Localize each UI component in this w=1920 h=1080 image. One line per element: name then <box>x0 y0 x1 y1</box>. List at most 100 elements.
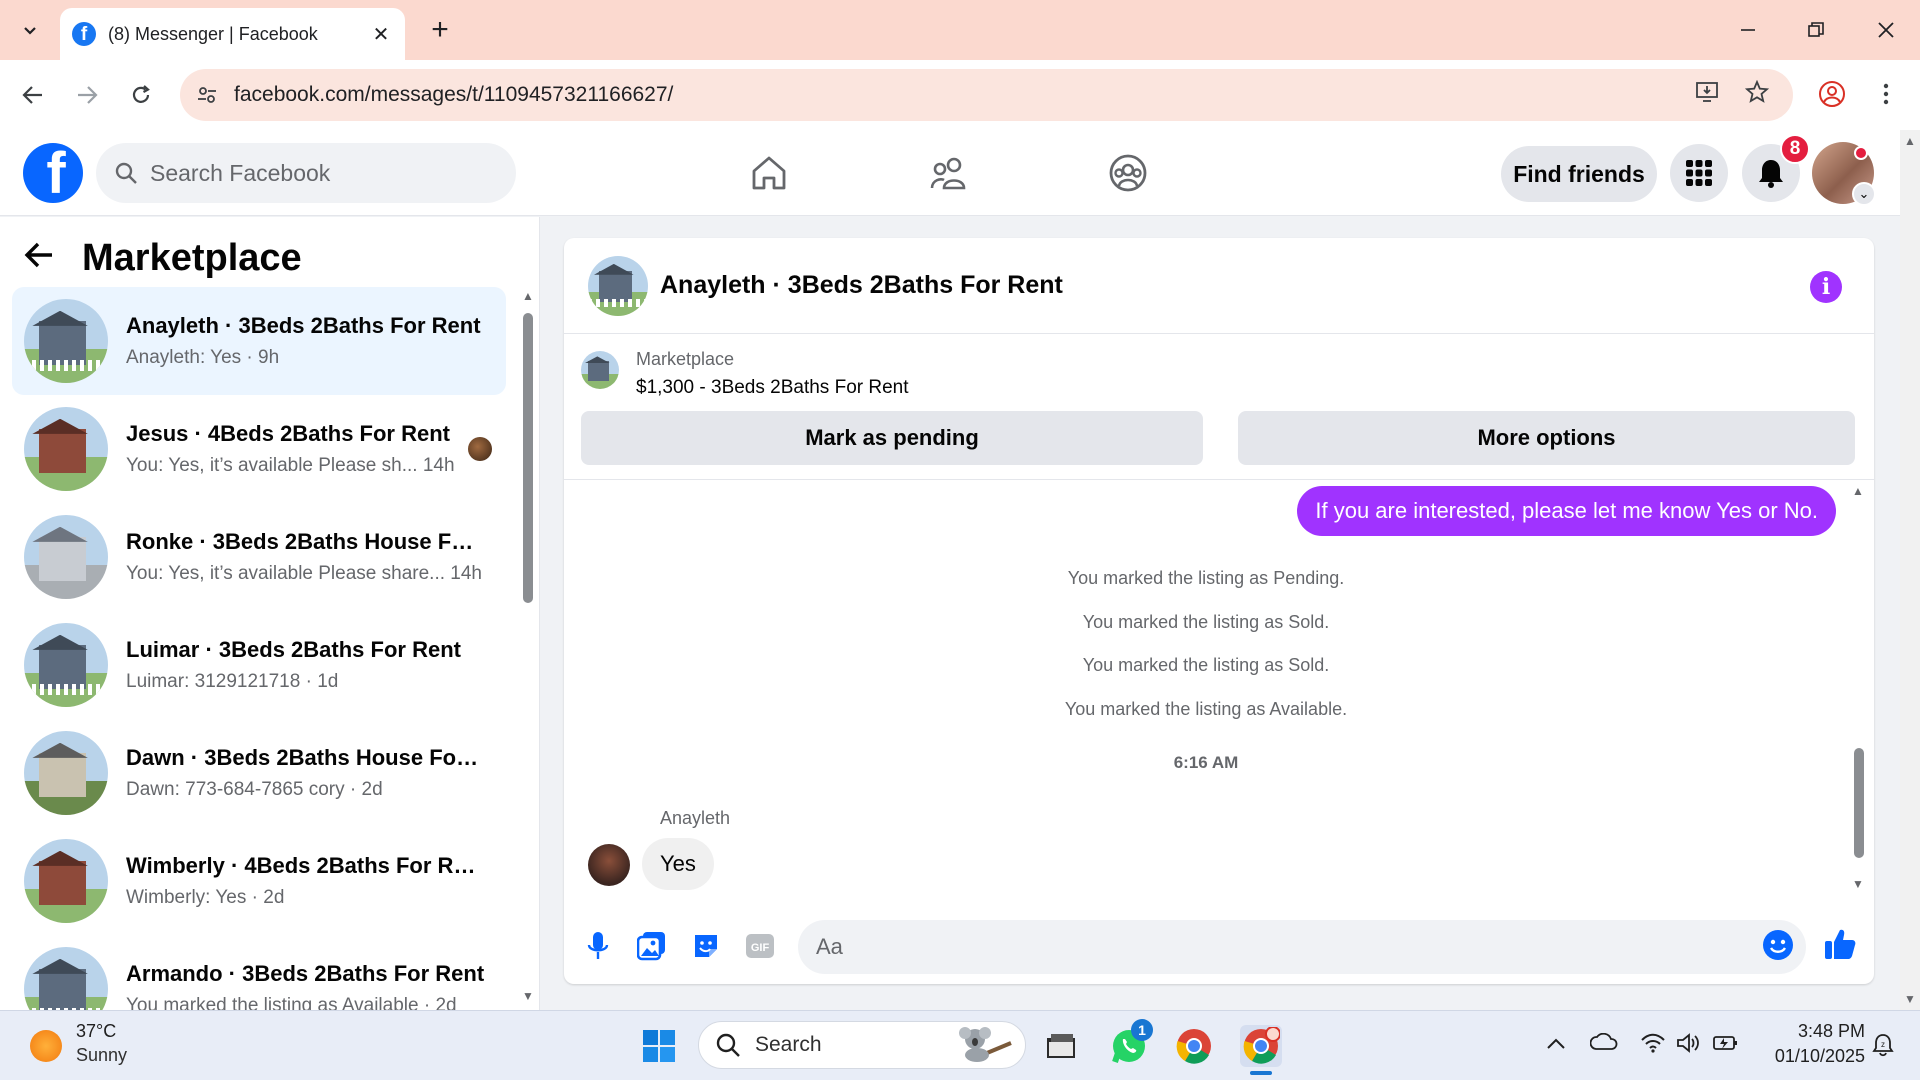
system-message: You marked the listing as Sold. <box>1082 612 1330 632</box>
page-scroll-up-icon[interactable]: ▲ <box>1904 134 1916 148</box>
chat-listing-avatar[interactable] <box>588 255 648 316</box>
listing-thumbnail <box>24 407 108 491</box>
like-thumbs-up-icon[interactable] <box>1820 924 1860 964</box>
groups-nav-icon[interactable] <box>1103 148 1153 198</box>
listing-thumbnail[interactable] <box>581 351 619 389</box>
home-nav-icon[interactable] <box>744 148 794 198</box>
browser-tab-bar: f (8) Messenger | Facebook ✕ + <box>0 0 1920 60</box>
find-friends-button[interactable]: Find friends <box>1501 146 1657 202</box>
sender-avatar[interactable] <box>588 844 630 886</box>
sticker-icon[interactable] <box>688 928 724 964</box>
tab-title: (8) Messenger | Facebook <box>108 23 318 44</box>
chat-scrollbar[interactable] <box>1854 748 1864 858</box>
taskbar-search[interactable]: Search <box>698 1021 1026 1069</box>
friends-nav-icon[interactable] <box>924 148 974 198</box>
tab-search-dropdown-icon[interactable] <box>14 14 46 46</box>
conversation-item[interactable]: Anayleth · 3Beds 2Baths For Rent Anaylet… <box>12 287 506 395</box>
chrome-profile-active-icon[interactable] <box>1240 1025 1282 1067</box>
notification-center-icon[interactable]: z <box>1872 1033 1894 1063</box>
chat-scroll-down-icon[interactable]: ▼ <box>1852 877 1864 891</box>
chrome-icon[interactable] <box>1173 1025 1215 1067</box>
menu-grid-icon[interactable] <box>1670 144 1728 202</box>
install-app-icon[interactable] <box>1695 80 1719 111</box>
bookmark-star-icon[interactable] <box>1744 79 1770 111</box>
conversation-title: Dawn · 3Beds 2Baths House For ... <box>126 745 486 770</box>
tab-close-icon[interactable]: ✕ <box>369 22 393 47</box>
outgoing-message[interactable]: If you are interested, please let me kno… <box>1297 486 1836 536</box>
conversation-item[interactable]: Ronke · 3Beds 2Baths House For... You: Y… <box>12 503 506 611</box>
listing-thumbnail <box>24 515 108 599</box>
listing-thumbnail <box>24 947 108 1010</box>
restore-icon[interactable] <box>1794 12 1838 48</box>
file-explorer-icon[interactable] <box>1040 1025 1082 1067</box>
search-icon <box>716 1033 740 1057</box>
taskbar-search-label: Search <box>755 1033 822 1056</box>
chrome-menu-icon[interactable] <box>1868 76 1904 112</box>
scroll-up-arrow-icon[interactable]: ▲ <box>522 289 534 303</box>
marketplace-listing-banner: Marketplace $1,300 - 3Beds 2Baths For Re… <box>564 335 1874 480</box>
conversation-title: Luimar · 3Beds 2Baths For Rent <box>126 637 461 662</box>
account-status-dot <box>1854 146 1868 160</box>
emoji-picker-icon[interactable] <box>1762 929 1794 966</box>
volume-icon[interactable] <box>1676 1033 1702 1059</box>
conversation-title: Armando · 3Beds 2Baths For Rent <box>126 961 485 986</box>
facebook-search-input[interactable]: Search Facebook <box>96 143 516 203</box>
weather-description[interactable]: Sunny <box>76 1045 127 1066</box>
conversation-preview: Dawn: 773-684-7865 cory · 2d <box>126 779 383 800</box>
onedrive-cloud-icon[interactable] <box>1589 1032 1618 1057</box>
koala-search-highlight-icon <box>953 1023 1013 1068</box>
site-settings-icon[interactable] <box>180 84 234 106</box>
forward-icon[interactable] <box>68 76 106 114</box>
battery-charging-icon[interactable] <box>1712 1033 1740 1059</box>
page-scrollbar[interactable]: ▲ ▼ <box>1900 130 1920 1010</box>
message-input-placeholder: Aa <box>816 934 843 959</box>
incoming-message[interactable]: Yes <box>642 838 714 890</box>
minimize-icon[interactable] <box>1726 12 1770 48</box>
conversation-list-scrollbar[interactable] <box>523 313 533 603</box>
address-bar[interactable]: facebook.com/messages/t/1109457321166627… <box>180 69 1793 121</box>
conversation-item[interactable]: Dawn · 3Beds 2Baths House For ... Dawn: … <box>12 719 506 827</box>
voice-clip-microphone-icon[interactable] <box>580 928 616 964</box>
listing-thumbnail <box>24 731 108 815</box>
more-options-button[interactable]: More options <box>1238 411 1855 465</box>
weather-temperature[interactable]: 37°C <box>76 1021 116 1042</box>
mark-as-pending-button[interactable]: Mark as pending <box>581 411 1203 465</box>
svg-text:GIF: GIF <box>751 942 770 954</box>
weather-sun-icon[interactable] <box>30 1030 62 1062</box>
clock-date[interactable]: 01/10/2025 <box>1755 1046 1865 1067</box>
facebook-logo-icon[interactable]: f <box>23 143 83 203</box>
conversation-item[interactable]: Jesus · 4Beds 2Baths For Rent You: Yes, … <box>12 395 506 503</box>
account-chevron-down-icon[interactable]: ⌄ <box>1852 182 1876 206</box>
new-tab-icon[interactable]: + <box>424 12 456 48</box>
message-input[interactable]: Aa <box>798 920 1806 974</box>
message-thread: If you are interested, please let me kno… <box>564 481 1874 901</box>
back-icon[interactable] <box>14 76 52 114</box>
whatsapp-unread-badge: 1 <box>1131 1019 1153 1041</box>
url-text[interactable]: facebook.com/messages/t/1109457321166627… <box>234 83 1695 107</box>
chrome-profile-icon[interactable] <box>1814 76 1850 112</box>
browser-tab-messenger[interactable]: f (8) Messenger | Facebook ✕ <box>60 8 405 60</box>
listing-price[interactable]: $1,300 - 3Beds 2Baths For Rent <box>636 377 909 399</box>
clock-time[interactable]: 3:48 PM <box>1755 1021 1865 1042</box>
wifi-icon[interactable] <box>1640 1033 1666 1059</box>
search-icon <box>115 162 137 184</box>
conversation-item[interactable]: Luimar · 3Beds 2Baths For Rent Luimar: 3… <box>12 611 506 719</box>
close-window-icon[interactable] <box>1864 12 1908 48</box>
attach-photo-icon[interactable] <box>634 928 670 964</box>
gif-icon[interactable]: GIF <box>742 928 778 964</box>
show-hidden-icons-icon[interactable] <box>1546 1033 1566 1056</box>
reload-icon[interactable] <box>122 76 160 114</box>
page-scroll-down-icon[interactable]: ▼ <box>1904 992 1916 1006</box>
conversation-item[interactable]: Wimberly · 4Beds 2Baths For Rent Wimberl… <box>12 827 506 935</box>
chat-panel: Anayleth · 3Beds 2Baths For Rent i Marke… <box>564 238 1874 984</box>
scroll-down-arrow-icon[interactable]: ▼ <box>522 989 534 1003</box>
conversation-item[interactable]: Armando · 3Beds 2Baths For Rent You mark… <box>12 935 506 1010</box>
facebook-header: f Search Facebook Find friends 8 ⌄ <box>0 130 1900 216</box>
conversation-info-icon[interactable]: i <box>1810 271 1842 303</box>
facebook-favicon-icon: f <box>72 22 96 46</box>
back-arrow-icon[interactable] <box>24 239 70 278</box>
system-message: You marked the listing as Sold. <box>1082 655 1330 675</box>
windows-start-icon[interactable] <box>638 1025 680 1067</box>
chat-scroll-up-icon[interactable]: ▲ <box>1852 484 1864 498</box>
chat-title[interactable]: Anayleth · 3Beds 2Baths For Rent <box>660 271 1063 300</box>
